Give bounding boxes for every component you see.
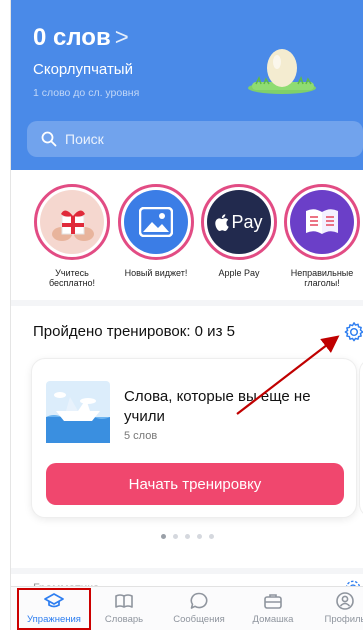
app-screen: 0 слов > Скорлупчатый 1 слово до сл. уров…	[10, 0, 363, 630]
pagination-dot[interactable]	[209, 534, 214, 539]
word-count: 0 слов	[33, 24, 111, 51]
training-carousel[interactable]: Слова, которые вы еще не учили 5 слов На…	[11, 348, 363, 568]
story-ring	[118, 184, 194, 260]
tab-label: Словарь	[104, 614, 144, 625]
tab-homework[interactable]: Домашка	[237, 591, 309, 625]
widget-image-icon	[124, 190, 188, 254]
tab-dictionary[interactable]: Словарь	[88, 591, 160, 625]
tab-profile[interactable]: Профиль	[309, 591, 363, 625]
chat-bubble-icon	[190, 592, 208, 609]
search-input[interactable]: Поиск	[27, 121, 363, 157]
pagination-dot[interactable]	[161, 534, 166, 539]
next-level-text: 1 слово до сл. уровня	[33, 87, 140, 99]
story-ring	[34, 184, 110, 260]
tab-label: Сообщения	[173, 614, 225, 625]
story-label: Apple Pay	[218, 268, 260, 278]
rank-title: Скорлупчатый	[33, 61, 133, 78]
card-subtitle: 5 слов	[124, 430, 158, 442]
book-icon	[290, 190, 354, 254]
tab-bar: Упражнения Словарь Сообщения Домашка Про…	[11, 586, 363, 630]
story-ring: Pay	[201, 184, 277, 260]
training-progress-title: Пройдено тренировок: 0 из 5	[33, 323, 235, 340]
paper-boat-icon	[46, 381, 110, 443]
story-label: Неправильные глаголы!	[290, 268, 354, 289]
card-title: Слова, которые вы еще не учили	[124, 388, 311, 425]
tab-label: Профиль	[324, 614, 363, 625]
training-card[interactable]: Слова, которые вы еще не учили 5 слов На…	[31, 358, 357, 518]
apple-pay-logo-text: Pay	[231, 211, 263, 232]
story-new-widget[interactable]: Новый виджет!	[115, 184, 197, 278]
search-placeholder: Поиск	[65, 131, 104, 147]
pagination-dot[interactable]	[173, 534, 178, 539]
apple-pay-icon: Pay	[207, 190, 271, 254]
gift-icon	[40, 190, 104, 254]
highlight-box	[17, 588, 91, 630]
profile-icon	[336, 592, 354, 610]
word-count-link[interactable]: 0 слов >	[33, 24, 129, 52]
header-panel: 0 слов > Скорлупчатый 1 слово до сл. уров…	[11, 0, 363, 170]
search-icon	[41, 131, 57, 147]
training-header: Пройдено тренировок: 0 из 5	[11, 306, 363, 348]
story-irregular-verbs[interactable]: Неправильные глаголы!	[281, 184, 363, 289]
story-ring	[284, 184, 360, 260]
pagination-dot[interactable]	[197, 534, 202, 539]
start-training-button[interactable]: Начать тренировку	[46, 463, 344, 505]
gear-icon[interactable]	[343, 321, 363, 343]
carousel-pagination[interactable]	[11, 534, 363, 539]
stories-row: Учитесь бесплатно! Новый виджет! Pay App…	[11, 170, 363, 300]
tab-label: Домашка	[252, 614, 294, 625]
egg-mascot-icon	[244, 44, 324, 96]
book-open-icon	[115, 594, 133, 608]
chevron-right-icon: >	[114, 24, 129, 51]
story-apple-pay[interactable]: Pay Apple Pay	[198, 184, 280, 278]
next-training-card[interactable]	[359, 358, 363, 518]
tab-messages[interactable]: Сообщения	[163, 591, 235, 625]
story-learn-free[interactable]: Учитесь бесплатно!	[31, 184, 113, 289]
story-label: Новый виджет!	[124, 268, 188, 278]
pagination-dot[interactable]	[185, 534, 190, 539]
briefcase-icon	[264, 594, 282, 609]
story-label: Учитесь бесплатно!	[48, 268, 96, 289]
